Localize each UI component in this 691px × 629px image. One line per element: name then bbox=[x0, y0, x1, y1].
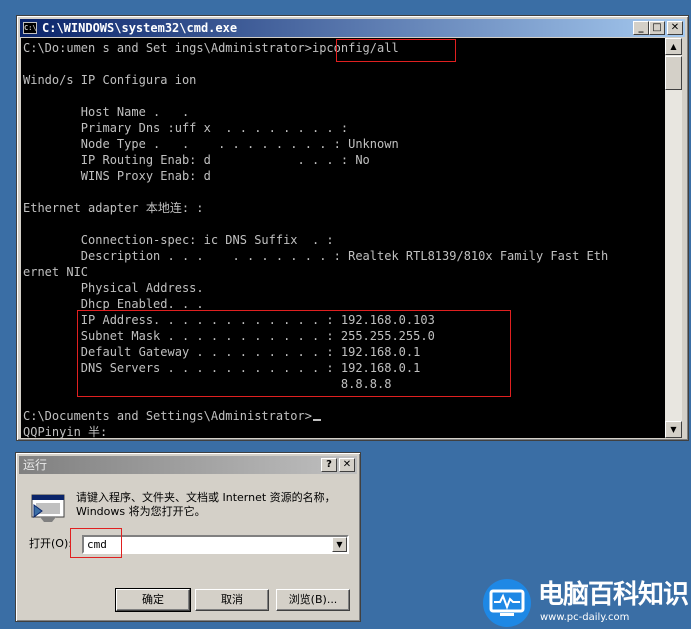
console-line: Dhcp Enabled. . . bbox=[23, 297, 204, 311]
scroll-thumb[interactable] bbox=[665, 56, 682, 90]
console-line: Physical Address. bbox=[23, 281, 204, 295]
cmd-window-title: C:\WINDOWS\system32\cmd.exe bbox=[42, 21, 238, 35]
console-line: Description . . . . . . . . . . : Realte… bbox=[23, 249, 609, 263]
console-line: ernet NIC bbox=[23, 265, 89, 279]
site-watermark: 电脑百科知识 www.pc-daily.com bbox=[478, 576, 691, 629]
console-prompt-line[interactable]: C:\Documents and Settings\Administrator> bbox=[23, 408, 321, 424]
console-line: WINS Proxy Enab: d bbox=[23, 169, 211, 183]
open-combobox[interactable]: cmd ▼ bbox=[82, 535, 349, 554]
ok-button[interactable]: 确定 bbox=[115, 588, 191, 612]
console-line: DNS Servers . . . . . . . . . . . : 192.… bbox=[23, 361, 421, 375]
vertical-scrollbar[interactable]: ▲ ▼ bbox=[665, 38, 682, 438]
console-line: IP Address. . . . . . . . . . . . : 192.… bbox=[23, 313, 435, 327]
cancel-button[interactable]: 取消 bbox=[195, 589, 269, 611]
run-description: 请键入程序、文件夹、文档或 Internet 资源的名称，Windows 将为您… bbox=[76, 491, 336, 518]
cmd-title-bar[interactable]: C:\ C:\WINDOWS\system32\cmd.exe _ □ ✕ bbox=[20, 19, 685, 37]
watermark-url: www.pc-daily.com bbox=[540, 612, 630, 623]
watermark-brand: 电脑百科知识 bbox=[538, 580, 689, 610]
console-line: Host Name . . bbox=[23, 105, 190, 119]
dropdown-arrow-button[interactable]: ▼ bbox=[332, 537, 347, 552]
run-title-bar[interactable]: 运行 ? ✕ bbox=[19, 456, 357, 474]
text-cursor bbox=[312, 419, 321, 421]
open-label: 打开(O): bbox=[29, 537, 72, 550]
console-line: Subnet Mask . . . . . . . . . . . : 255.… bbox=[23, 329, 435, 343]
console-line: Connection-spec: ic DNS Suffix . : bbox=[23, 233, 334, 247]
console-line: Ethernet adapter 本地连: : bbox=[23, 201, 204, 215]
cmd-window: C:\ C:\WINDOWS\system32\cmd.exe _ □ ✕ C:… bbox=[16, 15, 689, 441]
scroll-down-button[interactable]: ▼ bbox=[665, 421, 682, 438]
console-line: Windo/s IP Configura ion bbox=[23, 73, 197, 87]
cmd-app-icon[interactable]: C:\ bbox=[23, 22, 37, 34]
help-button[interactable]: ? bbox=[321, 458, 337, 472]
run-program-icon bbox=[31, 494, 65, 522]
console-line: 8.8.8.8 bbox=[23, 377, 392, 391]
ime-status-line: QQPinyin 半: bbox=[23, 425, 108, 438]
dialog-close-button[interactable]: ✕ bbox=[339, 458, 355, 472]
monitor-logo-icon bbox=[483, 579, 531, 627]
run-dialog: 运行 ? ✕ 请键入程序、文件夹、文档或 Internet 资源的名称，Wind… bbox=[15, 452, 361, 622]
close-button[interactable]: ✕ bbox=[667, 21, 683, 35]
minimize-button[interactable]: _ bbox=[633, 21, 649, 35]
console-line: Primary Dns :uff x . . . . . . . . : bbox=[23, 121, 349, 135]
run-dialog-title: 运行 bbox=[23, 458, 48, 472]
console-line: C:\Do:umen s and Set ings\Administrator>… bbox=[23, 41, 399, 55]
console-output[interactable]: C:\Do:umen s and Set ings\Administrator>… bbox=[21, 38, 665, 438]
scroll-up-button[interactable]: ▲ bbox=[665, 38, 682, 55]
console-prompt: C:\Documents and Settings\Administrator> bbox=[23, 409, 312, 423]
open-input-value[interactable]: cmd bbox=[87, 538, 107, 552]
console-line: IP Routing Enab: d . . . : No bbox=[23, 153, 370, 167]
console-line: Node Type . . . . . . . . . . : Unknown bbox=[23, 137, 399, 151]
browse-button[interactable]: 浏览(B)... bbox=[276, 589, 350, 611]
console-line: Default Gateway . . . . . . . . . : 192.… bbox=[23, 345, 421, 359]
maximize-button[interactable]: □ bbox=[649, 21, 665, 35]
